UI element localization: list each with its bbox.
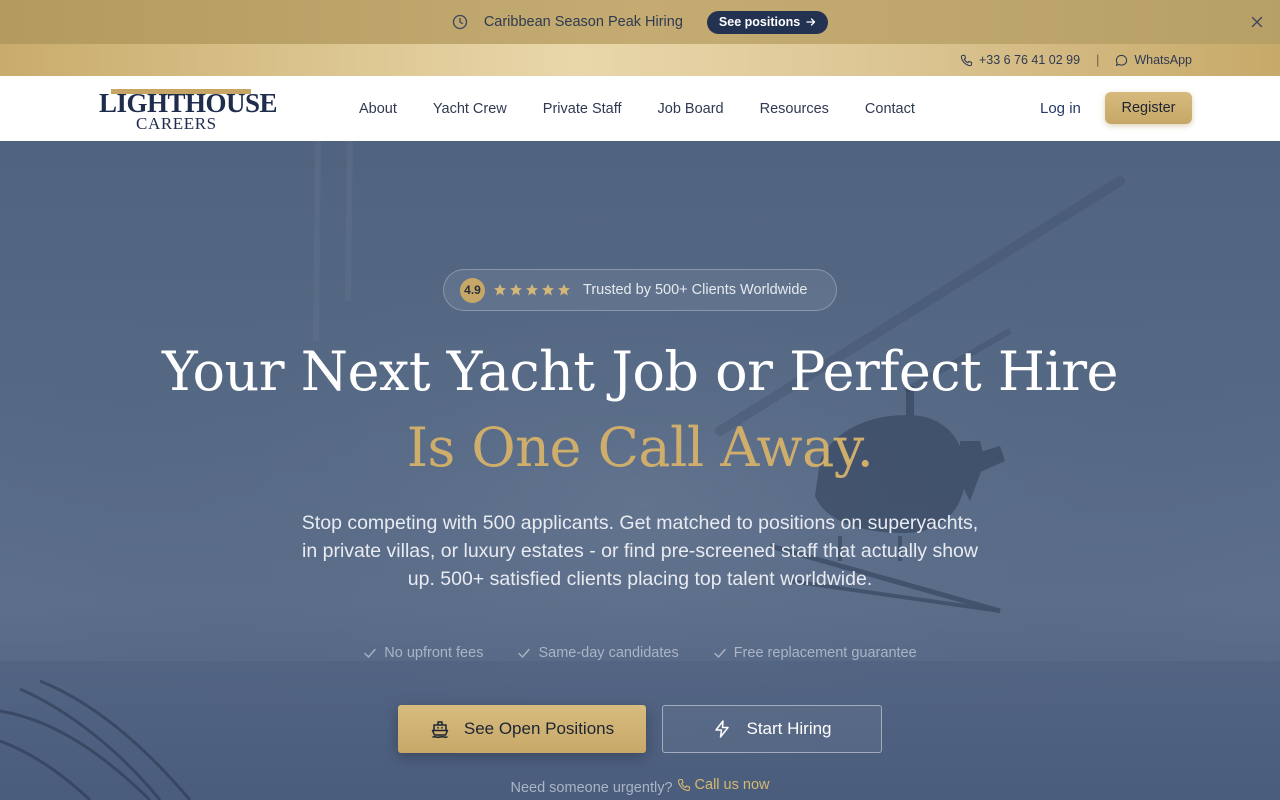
announcement-text: Caribbean Season Peak Hiring (483, 14, 683, 30)
see-open-positions-button[interactable]: See Open Positions (398, 705, 646, 753)
urgent-callout: Need someone urgently? Call us now (0, 777, 1280, 796)
check-icon (714, 648, 726, 658)
star-icon (510, 284, 522, 296)
whatsapp-label: WhatsApp (1134, 53, 1192, 67)
star-rating (493, 283, 571, 297)
perk-item: Same-day candidates (517, 645, 679, 661)
contact-separator: | (1096, 53, 1100, 67)
nav-item-yacht-crew[interactable]: Yacht Crew (433, 101, 507, 117)
phone-number: +33 6 76 41 02 99 (978, 53, 1081, 67)
urgent-text: Need someone urgently? (510, 780, 673, 796)
nav-item-job-board[interactable]: Job Board (658, 101, 724, 117)
perk-label: Same-day candidates (538, 645, 679, 661)
whatsapp-link[interactable]: WhatsApp (1115, 53, 1192, 67)
start-hiring-label: Start Hiring (746, 719, 832, 738)
star-icon (494, 284, 506, 296)
arrow-right-icon (806, 18, 816, 26)
chat-bubble-icon (1116, 54, 1128, 66)
nav-item-contact[interactable]: Contact (865, 101, 915, 117)
see-positions-button[interactable]: See positions (706, 10, 829, 34)
check-icon (518, 648, 531, 658)
perk-label: Free replacement guarantee (733, 645, 917, 661)
start-hiring-button[interactable]: Start Hiring (662, 705, 882, 753)
phone-icon (677, 778, 690, 792)
rating-badge: 4.9 Trusted by 500+ Clients Worldwide (443, 269, 837, 311)
close-icon[interactable] (1248, 13, 1266, 31)
rating-text: Trusted by 500+ Clients Worldwide (583, 282, 808, 298)
nav-menu: About Yacht Crew Private Staff Job Board… (359, 76, 951, 141)
perks-list: No upfront fees Same-day candidates Free… (0, 645, 1280, 661)
star-icon (526, 284, 538, 296)
perk-item: Free replacement guarantee (713, 645, 917, 661)
clock-icon (452, 14, 467, 30)
see-open-positions-label: See Open Positions (463, 719, 615, 738)
contact-bar: +33 6 76 41 02 99 | WhatsApp (0, 44, 1280, 76)
announcement-bar: Caribbean Season Peak Hiring See positio… (0, 0, 1280, 44)
hero-section: 4.9 Trusted by 500+ Clients Worldwide Yo… (0, 141, 1280, 800)
hero-headline: Your Next Yacht Job or Perfect Hire (161, 340, 1119, 403)
lightning-icon (715, 720, 730, 738)
nav-item-about[interactable]: About (359, 101, 397, 117)
hero-headline-accent: Is One Call Away. (406, 416, 874, 479)
star-icon (558, 284, 570, 296)
call-us-now-label: Call us now (694, 777, 770, 793)
perk-label: No upfront fees (384, 645, 484, 661)
logo-gold-bar (111, 89, 251, 94)
perk-item: No upfront fees (363, 645, 483, 661)
phone-link[interactable]: +33 6 76 41 02 99 (960, 53, 1080, 67)
phone-icon (960, 54, 973, 66)
see-positions-label: See positions (718, 15, 801, 29)
register-button[interactable]: Register (1105, 92, 1192, 124)
check-icon (364, 648, 376, 658)
rating-score: 4.9 (460, 277, 485, 303)
main-navigation: LIGHTHOUSE CAREERS About Yacht Crew Priv… (0, 76, 1280, 141)
lighthouse-careers-logo[interactable]: LIGHTHOUSE CAREERS (99, 86, 278, 133)
star-icon (542, 284, 554, 296)
call-us-now-link[interactable]: Call us now (677, 777, 770, 793)
login-link[interactable]: Log in (1040, 100, 1081, 117)
nav-item-resources[interactable]: Resources (760, 101, 829, 117)
nav-item-private-staff[interactable]: Private Staff (543, 101, 622, 117)
logo-line2: CAREERS (136, 114, 217, 133)
ship-icon (431, 721, 449, 739)
hero-subtitle: Stop competing with 500 applicants. Get … (301, 512, 979, 590)
